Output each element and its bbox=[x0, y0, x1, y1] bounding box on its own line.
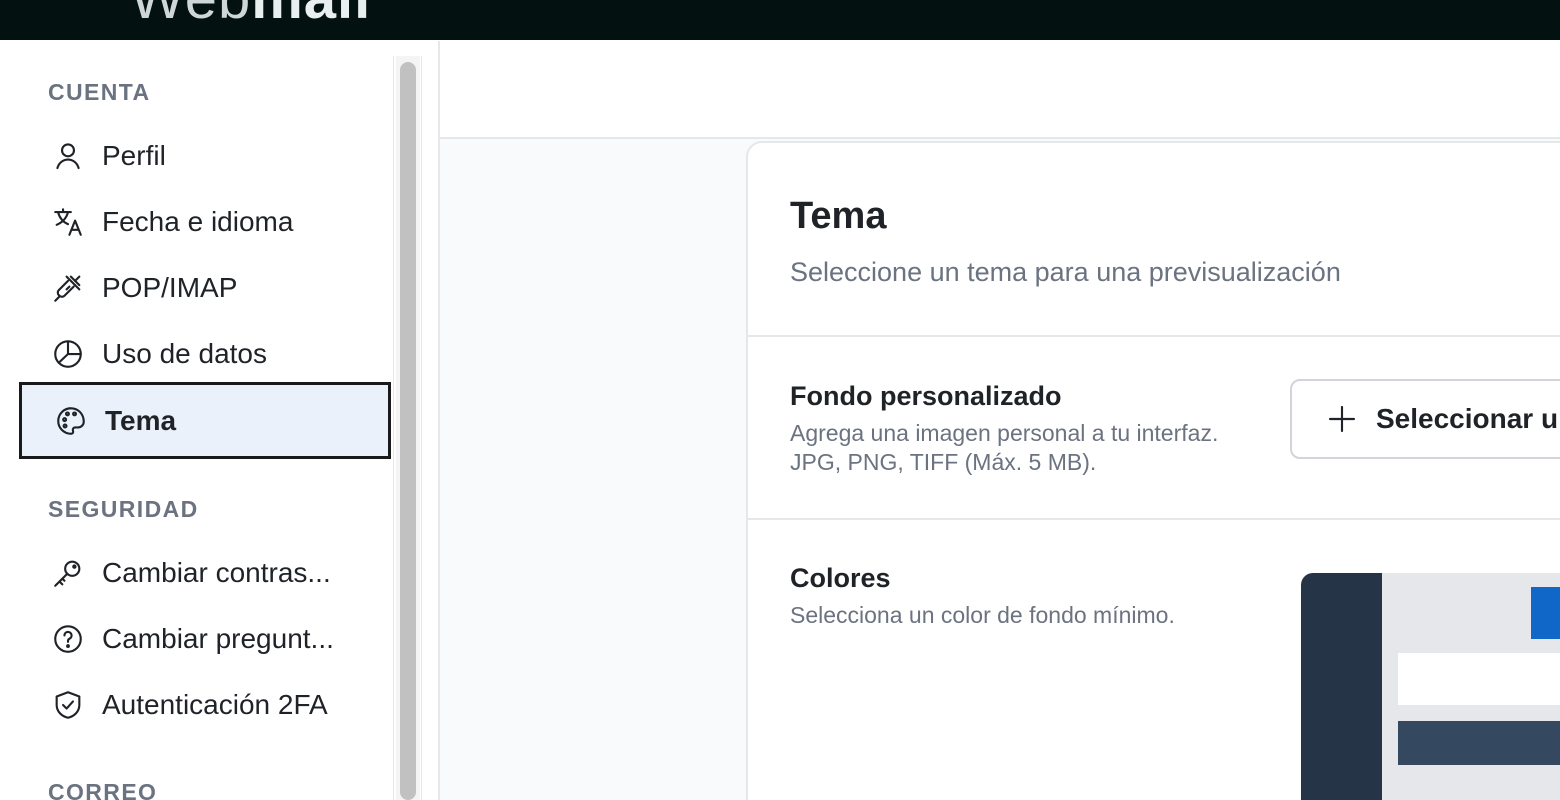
plug-icon bbox=[50, 270, 86, 306]
user-icon bbox=[50, 138, 86, 174]
sidebar-item-uso-datos[interactable]: Uso de datos bbox=[22, 321, 388, 387]
section-title-correo: CORREO bbox=[48, 779, 158, 800]
sidebar-item-fecha-idioma[interactable]: Fecha e idioma bbox=[22, 189, 388, 255]
select-image-button-label: Seleccionar u bbox=[1376, 403, 1559, 434]
sidebar-item-label: Fecha e idioma bbox=[102, 206, 294, 237]
preview-sidebar bbox=[1301, 573, 1382, 800]
app-header: Webmail bbox=[0, 0, 1560, 40]
sidebar-item-label: Uso de datos bbox=[102, 338, 267, 369]
preview-content-block bbox=[1398, 653, 1560, 705]
custom-background-description: Agrega una imagen personal a tu interfaz… bbox=[790, 420, 1219, 475]
main-header bbox=[440, 41, 1560, 139]
translate-icon bbox=[50, 204, 86, 240]
question-circle-icon bbox=[50, 621, 86, 657]
sidebar-divider-right bbox=[421, 56, 422, 800]
sidebar-item-label: Autenticación 2FA bbox=[102, 689, 328, 720]
app-logo[interactable]: Webmail bbox=[130, 0, 371, 28]
sidebar-item-label: Perfil bbox=[102, 140, 166, 171]
custom-background-title: Fondo personalizado bbox=[790, 381, 1062, 411]
logo-bold-text: mail bbox=[251, 0, 371, 31]
preview-accent-block bbox=[1531, 587, 1560, 639]
sidebar-item-autenticacion-2fa[interactable]: Autenticación 2FA bbox=[22, 672, 388, 738]
sidebar-item-cambiar-pregunta[interactable]: Cambiar pregunt... bbox=[22, 606, 388, 672]
theme-preview[interactable] bbox=[1301, 573, 1560, 800]
sidebar-item-pop-imap[interactable]: POP/IMAP bbox=[22, 255, 388, 321]
section-title-seguridad: SEGURIDAD bbox=[48, 496, 199, 522]
sidebar-divider bbox=[393, 56, 394, 800]
preview-bar-block bbox=[1398, 721, 1560, 765]
card-divider bbox=[748, 518, 1560, 520]
main-content: Tema Seleccione un tema para una previsu… bbox=[438, 41, 1560, 800]
logo-light-text: Web bbox=[130, 0, 251, 31]
sidebar-item-tema[interactable]: Tema bbox=[19, 382, 391, 459]
settings-sidebar: CUENTA Perfil Fecha e idioma POP/IMAP Us… bbox=[0, 41, 394, 800]
theme-card: Tema Seleccione un tema para una previsu… bbox=[746, 141, 1560, 800]
sidebar-item-label: Cambiar contras... bbox=[102, 557, 331, 588]
sidebar-item-perfil[interactable]: Perfil bbox=[22, 123, 388, 189]
colors-title: Colores bbox=[790, 563, 891, 593]
sidebar-item-label: Tema bbox=[105, 404, 177, 436]
palette-icon bbox=[53, 403, 89, 439]
shield-check-icon bbox=[50, 687, 86, 723]
sidebar-scrollbar-thumb[interactable] bbox=[400, 62, 416, 800]
sidebar-item-cambiar-contrasena[interactable]: Cambiar contras... bbox=[22, 540, 388, 606]
section-title-cuenta: CUENTA bbox=[48, 79, 151, 105]
page-subtitle: Seleccione un tema para una previsualiza… bbox=[790, 257, 1341, 287]
pie-chart-icon bbox=[50, 336, 86, 372]
select-image-button[interactable]: Seleccionar u bbox=[1290, 379, 1560, 459]
sidebar-item-label: Cambiar pregunt... bbox=[102, 623, 334, 654]
card-divider bbox=[748, 335, 1560, 337]
page-title: Tema bbox=[790, 195, 887, 237]
key-icon bbox=[50, 555, 86, 591]
colors-description: Selecciona un color de fondo mínimo. bbox=[790, 602, 1175, 628]
plus-icon bbox=[1326, 403, 1358, 435]
sidebar-item-label: POP/IMAP bbox=[102, 272, 238, 303]
